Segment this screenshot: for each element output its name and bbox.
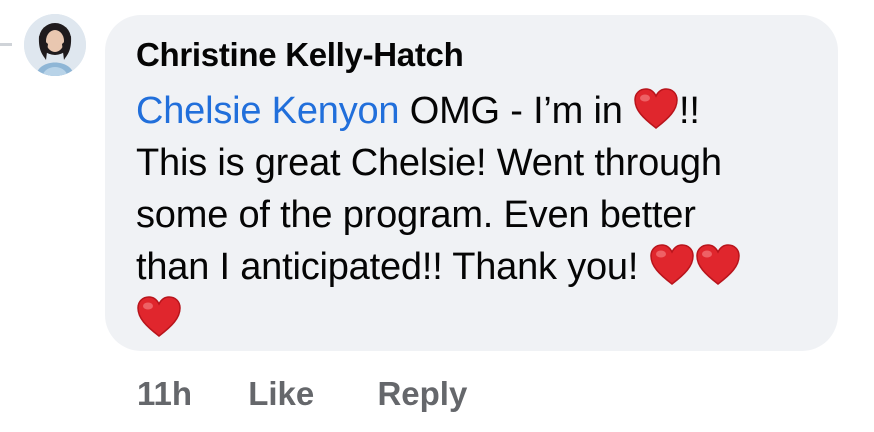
comment-line-5	[136, 293, 826, 345]
heart-emoji-icon	[136, 295, 182, 339]
reply-button[interactable]: Reply	[377, 375, 467, 413]
avatar-image	[24, 14, 86, 76]
mention-link[interactable]: Chelsie Kenyon	[136, 90, 400, 132]
comment-line-1: Chelsie Kenyon OMG - I’m in !!	[136, 85, 826, 137]
heart-emoji-icon	[633, 87, 679, 131]
thread-connector-line	[0, 43, 12, 46]
like-button[interactable]: Like	[248, 375, 314, 413]
comment-actions: 11h Like Reply	[137, 375, 467, 413]
comment-item: Christine Kelly-Hatch Chelsie Kenyon OMG…	[0, 0, 874, 432]
comment-line-4-text: than I anticipated!! Thank you!	[136, 246, 649, 288]
avatar[interactable]	[24, 14, 86, 76]
comment-timestamp[interactable]: 11h	[137, 375, 192, 413]
comment-line-1-text: OMG - I’m in	[399, 90, 634, 132]
comment-line-1-suffix: !!	[679, 90, 700, 132]
comment-text: Chelsie Kenyon OMG - I’m in !! This is g…	[136, 85, 826, 345]
comment-line-2: This is great Chelsie! Went through	[136, 142, 722, 184]
comment-author-name[interactable]: Christine Kelly-Hatch	[136, 36, 464, 74]
comment-line-3: some of the program. Even better	[136, 194, 696, 236]
comment-line-4: than I anticipated!! Thank you!	[136, 241, 826, 293]
heart-emoji-icon	[649, 243, 695, 287]
heart-emoji-icon	[695, 243, 741, 287]
